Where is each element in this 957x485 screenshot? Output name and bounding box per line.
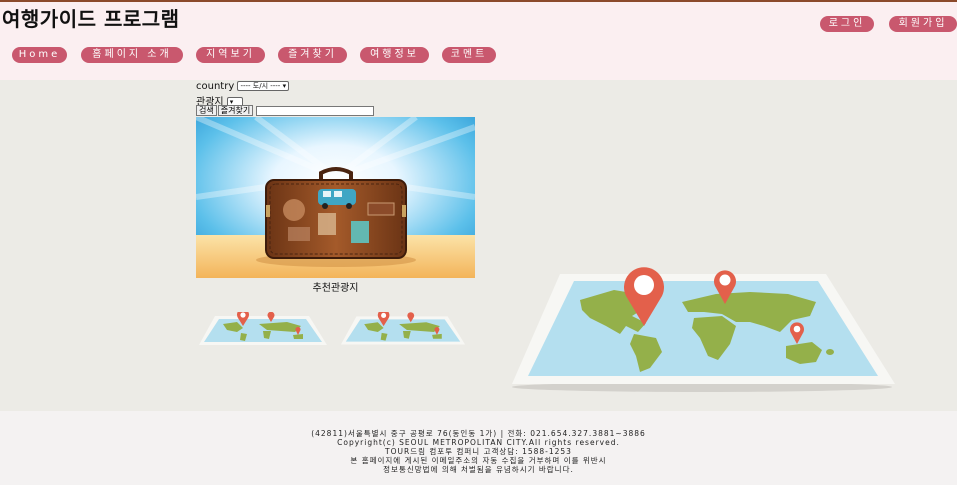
login-button[interactable]: 로그인	[820, 16, 874, 32]
footer-contact: TOUR드림 컴포투 컴퍼니 고객상담: 1588-1253	[385, 447, 572, 456]
country-row: country ---- 도/시 ---- ▾	[196, 81, 290, 92]
map-thumbnail-2	[340, 312, 466, 345]
search-input[interactable]	[256, 105, 375, 116]
search-row: 검색 즐겨찾기	[196, 105, 375, 117]
region-select-value: ---- 도/시 ----	[240, 82, 281, 90]
nav-travel-info-button[interactable]: 여행정보	[360, 47, 429, 63]
main-content	[0, 80, 957, 411]
photo-caption: 추천관광지	[312, 283, 359, 294]
footer-info: (42811)서울특별시 중구 공평로 76(동인동 1가) | 전화: 021…	[0, 429, 957, 474]
footer-address: (42811)서울특별시 중구 공평로 76(동인동 1가) | 전화: 021…	[311, 429, 646, 438]
site-footer: (42811)서울특별시 중구 공평로 76(동인동 1가) | 전화: 021…	[0, 411, 957, 485]
country-label: country	[196, 81, 235, 92]
favorite-button[interactable]: 즐겨찾기	[217, 105, 254, 116]
suitcase-photo	[196, 117, 475, 278]
nav-about-button[interactable]: 홈페이지 소개	[81, 47, 183, 63]
footer-notice-1: 본 홈페이지에 게시된 이메일주소의 자동 수집을 거부하며 이를 위반시	[350, 456, 607, 465]
nav-favorites-button[interactable]: 즐겨찾기	[278, 47, 347, 63]
nav-home-button[interactable]: Home	[12, 47, 67, 63]
nav-comment-button[interactable]: 코멘트	[442, 47, 496, 63]
footer-notice-2: 정보통신망법에 의해 처벌됨을 유념하시기 바랍니다.	[383, 465, 574, 474]
world-map-illustration	[512, 267, 895, 392]
footer-copyright: Copyright(c) SEOUL METROPOLITAN CITY.All…	[337, 438, 620, 447]
nav-region-button[interactable]: 지역보기	[196, 47, 265, 63]
map-thumbnail-1	[199, 312, 327, 345]
region-select[interactable]: ---- 도/시 ---- ▾	[237, 81, 290, 91]
signup-button[interactable]: 회원가입	[889, 16, 957, 32]
site-header: 여행가이드 프로그램 Home 홈페이지 소개 지역보기 즐겨찾기 여행정보 코…	[0, 0, 957, 80]
search-button[interactable]: 검색	[196, 105, 217, 116]
site-title: 여행가이드 프로그램	[2, 7, 180, 31]
